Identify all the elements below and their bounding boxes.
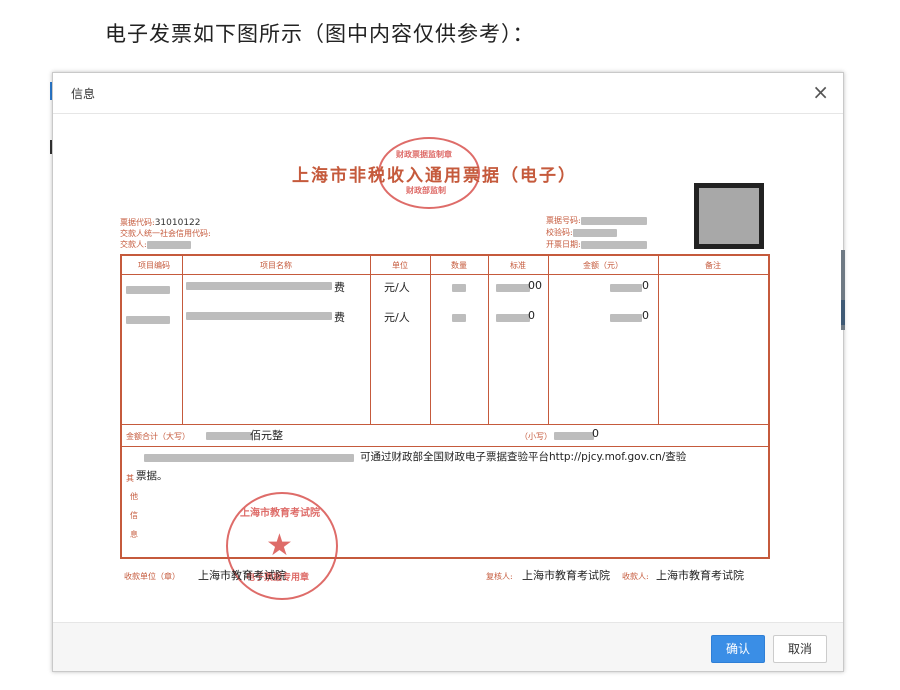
dialog-footer: 确认 取消 <box>53 622 843 671</box>
col-standard: 标准 <box>510 261 526 270</box>
invoice-number: 票据号码: <box>546 215 647 226</box>
col-unit: 单位 <box>392 261 408 270</box>
cancel-button[interactable]: 取消 <box>773 635 827 663</box>
background-edge-dark <box>841 300 845 325</box>
invoice-title: 上海市非税收入通用票据（电子） <box>292 166 577 186</box>
page-caption: 电子发票如下图所示（图中内容仅供参考）： <box>105 22 535 46</box>
star-icon: ★ <box>266 528 293 563</box>
invoice-code: 票据代码:31010122 <box>120 218 201 228</box>
invoice-table: 项目编码 项目名称 单位 数量 标准 金额（元） 备注 费 元/人 00 0 费… <box>120 254 770 559</box>
check-code: 校验码: <box>546 227 617 238</box>
institute-seal: 上海市教育考试院 ★ 电子票据专用章 <box>226 492 338 600</box>
col-remark: 备注 <box>705 261 721 270</box>
col-amount: 金额（元） <box>583 261 623 270</box>
dialog-title: 信息 <box>71 87 96 101</box>
close-icon[interactable]: × <box>812 80 829 104</box>
col-quantity: 数量 <box>451 261 467 270</box>
issue-date: 开票日期: <box>546 239 647 250</box>
dialog-header: 信息 × <box>53 73 843 114</box>
col-item-name: 项目名称 <box>260 261 292 270</box>
qr-code <box>694 183 764 249</box>
col-item-code: 项目编码 <box>138 261 170 270</box>
electronic-invoice-image: 财政票据监制章 财政部监制 上海市非税收入通用票据（电子） 票据代码:31010… <box>116 127 776 600</box>
confirm-button[interactable]: 确认 <box>711 635 765 663</box>
payer-credit-code: 交款人统一社会信用代码: <box>120 229 211 238</box>
payer: 交款人: <box>120 239 191 250</box>
